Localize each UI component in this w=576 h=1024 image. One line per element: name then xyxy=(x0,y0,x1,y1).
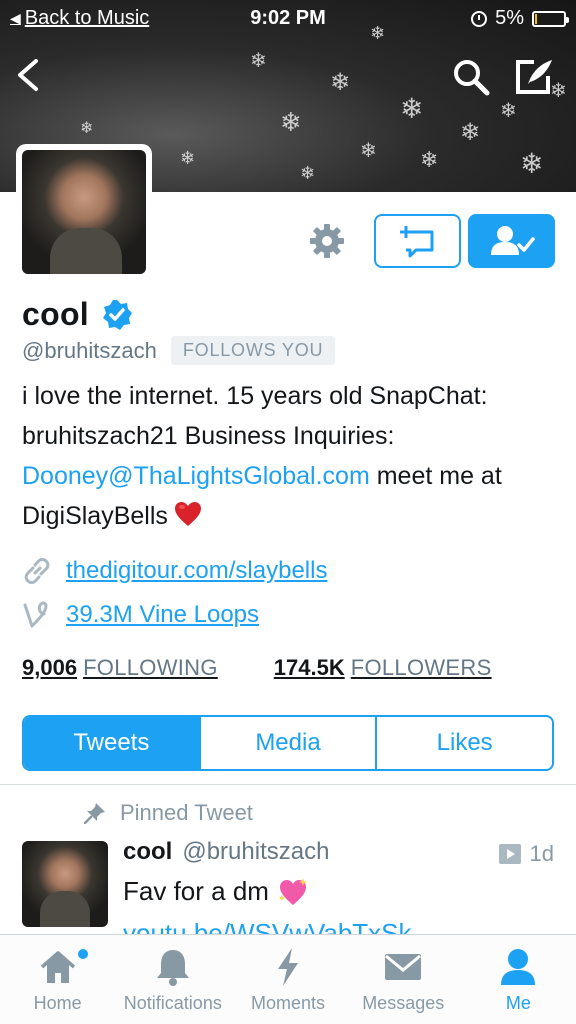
tab-bar-notifications-label: Notifications xyxy=(123,993,222,1013)
tweet-text: Fav for a dm xyxy=(123,876,269,906)
snowflake-decoration: ❄ xyxy=(280,108,302,138)
tab-tweets[interactable]: Tweets xyxy=(24,717,199,769)
gear-icon[interactable] xyxy=(308,222,346,260)
tab-bar-me[interactable]: Me xyxy=(461,935,576,1024)
tab-bar-home[interactable]: Home xyxy=(0,935,115,1024)
vine-icon xyxy=(23,601,48,628)
tweet-avatar[interactable] xyxy=(22,841,108,927)
back-arrow-icon[interactable] xyxy=(14,58,44,92)
tweet-text-row: Fav for a dm xyxy=(123,876,309,907)
follows-you-badge: FOLLOWS YOU xyxy=(170,336,336,365)
tab-bar-notifications[interactable]: Notifications xyxy=(115,935,230,1024)
profile-avatar[interactable] xyxy=(16,144,152,280)
unread-dot xyxy=(78,949,88,959)
status-bar: ◀ Back to Music 9:02 PM 5% xyxy=(0,0,576,40)
profile-handle: @bruhitszach xyxy=(22,337,157,363)
tab-bar-messages-label: Messages xyxy=(362,993,445,1013)
snowflake-decoration: ❄ xyxy=(500,98,517,122)
link-icon xyxy=(24,558,50,584)
followers-label: FOLLOWERS xyxy=(350,655,492,680)
alarm-icon xyxy=(471,10,488,27)
verified-badge-icon xyxy=(102,299,132,330)
tab-likes[interactable]: Likes xyxy=(375,717,552,769)
profile-tabs: Tweets Media Likes xyxy=(22,715,554,771)
tweet-time-label: 1d xyxy=(529,841,554,866)
profile-website-row[interactable]: thedigitour.com/slaybells xyxy=(22,556,327,586)
home-icon xyxy=(40,951,75,983)
tweet-author-name[interactable]: cool xyxy=(123,838,172,866)
tab-bar-moments[interactable]: Moments xyxy=(230,935,345,1024)
pin-icon xyxy=(84,803,105,824)
followers-number: 174.5K xyxy=(273,655,345,680)
tab-bar-messages[interactable]: Messages xyxy=(346,935,461,1024)
bell-icon xyxy=(156,950,189,986)
search-icon[interactable] xyxy=(452,58,490,96)
profile-name: cool xyxy=(22,296,89,332)
snowflake-decoration: ❄ xyxy=(80,118,94,137)
profile-bio: i love the internet. 15 years old SnapCh… xyxy=(22,376,562,536)
tweet-header: cool @bruhitszach xyxy=(123,838,329,866)
bio-email-link[interactable]: Dooney@ThaLightsGlobal.com xyxy=(22,462,370,490)
tweet-timestamp: 1d xyxy=(498,841,554,867)
person-icon xyxy=(501,949,536,985)
vine-loops-link[interactable]: 39.3M Vine Loops xyxy=(66,601,259,629)
avatar-photo xyxy=(22,150,146,274)
tab-media[interactable]: Media xyxy=(198,717,376,769)
battery-level-fill xyxy=(535,13,537,24)
tab-bar-me-label: Me xyxy=(505,993,531,1013)
tweet-author-handle: @bruhitszach xyxy=(182,838,330,865)
snowflake-decoration: ❄ xyxy=(460,118,481,146)
snowflake-decoration: ❄ xyxy=(300,163,316,184)
envelope-icon xyxy=(385,954,422,980)
pinned-tweet-label: Pinned Tweet xyxy=(120,800,253,825)
followers-count[interactable]: 174.5K FOLLOWERS xyxy=(274,655,492,681)
following-number: 9,006 xyxy=(22,655,78,680)
tab-bar-home-label: Home xyxy=(33,993,82,1013)
following-button[interactable] xyxy=(468,214,555,268)
video-play-icon xyxy=(498,844,521,864)
snowflake-decoration: ❄ xyxy=(420,148,439,173)
direct-message-button[interactable] xyxy=(374,214,461,268)
snowflake-decoration: ❄ xyxy=(250,48,267,72)
compose-tweet-icon[interactable] xyxy=(514,58,554,96)
tab-bar-moments-label: Moments xyxy=(250,993,326,1013)
pinned-tweet-header: Pinned Tweet xyxy=(84,800,253,826)
person-check-icon xyxy=(490,226,535,255)
red-heart-emoji-icon xyxy=(174,502,201,526)
snowflake-decoration: ❄ xyxy=(360,138,377,162)
snowflake-decoration: ❄ xyxy=(330,68,351,96)
battery-icon xyxy=(532,10,569,27)
sparkling-heart-emoji-icon xyxy=(278,877,307,905)
vine-loops-row[interactable]: 39.3M Vine Loops xyxy=(22,600,259,630)
snowflake-decoration: ❄ xyxy=(520,147,544,180)
bottom-tab-bar: Home Notifications Moments Messages Me xyxy=(0,934,576,1024)
profile-screen: ❄ ❄ ❄ ❄ ❄ ❄ ❄ ❄ ❄ ❄ ❄ ❄ ❄ ❄ ◀ Back to Mu… xyxy=(0,0,576,1024)
snowflake-decoration: ❄ xyxy=(400,92,424,125)
following-label: FOLLOWING xyxy=(83,655,218,680)
bio-text: i love the internet. 15 years old SnapCh… xyxy=(22,382,488,450)
profile-website-link[interactable]: thedigitour.com/slaybells xyxy=(66,557,327,585)
following-count[interactable]: 9,006 FOLLOWING xyxy=(22,655,218,681)
message-plus-icon xyxy=(399,226,433,258)
lightning-icon xyxy=(278,948,298,986)
section-divider xyxy=(0,784,576,785)
snowflake-decoration: ❄ xyxy=(180,148,196,169)
battery-percent: 5% xyxy=(495,7,524,29)
